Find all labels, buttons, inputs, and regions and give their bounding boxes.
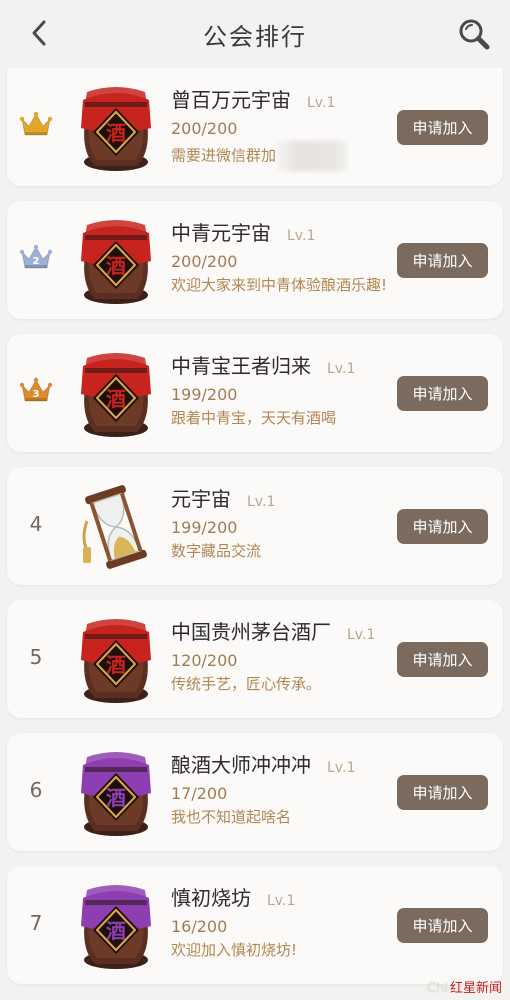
watermark: Chi 红星新闻 [427, 977, 502, 996]
guild-description: 数字藏品交流 [171, 540, 391, 561]
guild-name: 中青元宇宙 [171, 221, 271, 245]
svg-text:酒: 酒 [106, 919, 126, 943]
guild-description: 欢迎加入慎初烧坊! [171, 939, 391, 960]
redacted-blur [278, 141, 349, 171]
guild-name-row: 曾百万元宇宙 Lv.1 [171, 84, 391, 113]
hourglass-icon [73, 481, 159, 573]
member-count: 17/200 [171, 784, 228, 803]
guild-level: Lv.1 [327, 760, 356, 776]
guild-level: Lv.1 [347, 627, 376, 643]
search-button[interactable] [456, 16, 492, 52]
svg-text:2: 2 [33, 256, 40, 267]
guild-name-row: 酿酒大师冲冲冲 Lv.1 [171, 749, 391, 778]
guild-description-text: 欢迎加入慎初烧坊! [171, 941, 298, 959]
join-button[interactable]: 申请加入 [397, 243, 488, 278]
guild-card[interactable]: 4 元宇宙 Lv.1 199/200 数字藏品交流 申请加入 [7, 467, 503, 585]
guild-description-text: 传统手艺，匠心传承。 [171, 675, 322, 693]
rank-number: 5 [29, 645, 43, 669]
member-count: 16/200 [171, 917, 228, 936]
guild-ranking-list: 酒曾百万元宇宙 Lv.1 200/200 需要进微信群加 申请加入 2 酒中青元宇宙 Lv.1… [7, 68, 503, 999]
header-bar: 公会排行 [0, 0, 510, 68]
red-wine-jar-icon: 酒 [73, 614, 159, 706]
guild-name: 酿酒大师冲冲冲 [171, 753, 311, 777]
search-icon [459, 19, 490, 50]
join-button[interactable]: 申请加入 [397, 376, 488, 411]
red-wine-jar-icon: 酒 [73, 348, 159, 440]
join-button[interactable]: 申请加入 [397, 775, 488, 810]
svg-text:酒: 酒 [106, 254, 126, 278]
gold-crown-icon [19, 108, 53, 142]
guild-description: 需要进微信群加 [171, 141, 391, 171]
back-button[interactable] [24, 18, 54, 48]
guild-description-text: 欢迎大家来到中青体验酿酒乐趣! [171, 276, 388, 294]
member-count: 200/200 [171, 119, 238, 138]
svg-text:酒: 酒 [106, 387, 126, 411]
guild-info: 中青元宇宙 Lv.1 200/200 欢迎大家来到中青体验酿酒乐趣! [171, 217, 391, 295]
guild-description-text: 需要进微信群加 [171, 146, 277, 165]
join-button[interactable]: 申请加入 [397, 908, 488, 943]
guild-card[interactable]: 6 酒 酿酒大师冲冲冲 Lv.1 17/200 我也不知道起啥名 申请加入 [7, 733, 503, 851]
guild-card[interactable]: 7 酒 慎初烧坊 Lv.1 16/200 欢迎加入慎初烧坊! 申请加入 [7, 866, 503, 984]
guild-info: 慎初烧坊 Lv.1 16/200 欢迎加入慎初烧坊! [171, 882, 391, 960]
svg-text:3: 3 [33, 389, 40, 400]
guild-level: Lv.1 [307, 95, 336, 111]
red-wine-jar-icon: 酒 [73, 82, 159, 174]
guild-name: 元宇宙 [171, 487, 231, 511]
guild-card[interactable]: 酒 曾百万元宇宙 Lv.1 200/200 需要进微信群加 申请加入 [7, 68, 503, 186]
svg-text:酒: 酒 [106, 121, 126, 145]
svg-text:酒: 酒 [106, 786, 126, 810]
guild-name-row: 慎初烧坊 Lv.1 [171, 882, 391, 911]
rank-number: 4 [29, 512, 43, 536]
purple-wine-jar-icon: 酒 [73, 747, 159, 839]
guild-card[interactable]: 3 酒 中青宝王者归来 Lv.1 199/200 跟着中青宝，天天有酒喝 申请加入 [7, 334, 503, 452]
guild-name-row: 元宇宙 Lv.1 [171, 483, 391, 512]
red-wine-jar-icon: 酒 [73, 215, 159, 307]
guild-info: 酿酒大师冲冲冲 Lv.1 17/200 我也不知道起啥名 [171, 749, 391, 827]
guild-info: 中青宝王者归来 Lv.1 199/200 跟着中青宝，天天有酒喝 [171, 350, 391, 428]
silver-crown-icon: 2 [19, 241, 53, 275]
guild-card[interactable]: 2 酒 中青元宇宙 Lv.1 200/200 欢迎大家来到中青体验酿酒乐趣! 申请加入 [7, 201, 503, 319]
join-button[interactable]: 申请加入 [397, 509, 488, 544]
bronze-crown-icon: 3 [19, 374, 53, 408]
guild-name: 慎初烧坊 [171, 886, 251, 910]
guild-description-text: 数字藏品交流 [171, 542, 262, 560]
page-title: 公会排行 [203, 22, 307, 51]
purple-wine-jar-icon: 酒 [73, 880, 159, 972]
guild-level: Lv.1 [287, 228, 316, 244]
guild-card[interactable]: 5 酒 中国贵州茅台酒厂 Lv.1 120/200 传统手艺，匠心传承。 申请加入 [7, 600, 503, 718]
guild-name: 曾百万元宇宙 [171, 88, 291, 112]
member-count: 199/200 [171, 385, 238, 404]
guild-description: 欢迎大家来到中青体验酿酒乐趣! [171, 274, 391, 295]
svg-text:酒: 酒 [106, 653, 126, 677]
join-button[interactable]: 申请加入 [397, 642, 488, 677]
guild-name-row: 中青元宇宙 Lv.1 [171, 217, 391, 246]
watermark-brand: 红星新闻 [449, 981, 502, 996]
guild-description-text: 跟着中青宝，天天有酒喝 [171, 409, 337, 427]
chevron-left-icon [32, 20, 46, 46]
member-count: 199/200 [171, 518, 238, 537]
guild-level: Lv.1 [327, 361, 356, 377]
guild-name-row: 中国贵州茅台酒厂 Lv.1 [171, 616, 391, 645]
guild-info: 曾百万元宇宙 Lv.1 200/200 需要进微信群加 [171, 84, 391, 171]
guild-level: Lv.1 [267, 893, 296, 909]
watermark-text: Chi [427, 981, 448, 996]
guild-name-row: 中青宝王者归来 Lv.1 [171, 350, 391, 379]
guild-description: 我也不知道起啥名 [171, 806, 391, 827]
guild-description: 跟着中青宝，天天有酒喝 [171, 407, 391, 428]
guild-description: 传统手艺，匠心传承。 [171, 673, 391, 694]
guild-description-text: 我也不知道起啥名 [171, 808, 292, 826]
guild-name: 中青宝王者归来 [171, 354, 311, 378]
guild-info: 元宇宙 Lv.1 199/200 数字藏品交流 [171, 483, 391, 561]
guild-info: 中国贵州茅台酒厂 Lv.1 120/200 传统手艺，匠心传承。 [171, 616, 391, 694]
member-count: 200/200 [171, 252, 238, 271]
rank-number: 7 [29, 911, 43, 935]
guild-name: 中国贵州茅台酒厂 [171, 620, 331, 644]
member-count: 120/200 [171, 651, 238, 670]
guild-level: Lv.1 [247, 494, 276, 510]
join-button[interactable]: 申请加入 [397, 110, 488, 145]
rank-number: 6 [29, 778, 43, 802]
